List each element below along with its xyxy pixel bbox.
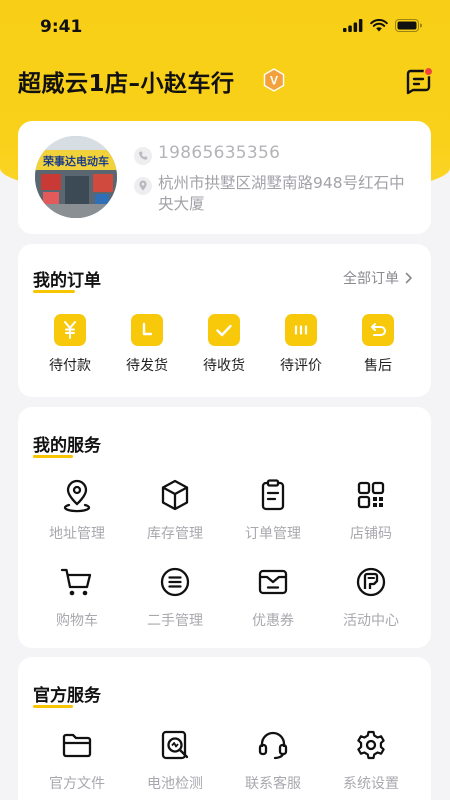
official-contact-support[interactable]: 联系客服 [223,727,323,793]
store-profile-card[interactable]: 荣事达电动车 19865635356 杭州市拱墅区湖墅南路948号红石中央大厦 [18,121,431,234]
box-icon [161,479,189,511]
check-icon [208,314,240,346]
qr-code-icon [357,481,385,509]
service-shopping-cart[interactable]: 购物车 [27,564,127,630]
service-address-management[interactable]: 地址管理 [27,477,127,543]
official-section-title: 官方服务 [33,686,101,708]
settings-gear-icon [357,730,385,760]
location-pin-icon [134,177,152,195]
folder-icon [62,733,92,758]
official-documents[interactable]: 官方文件 [27,727,127,793]
storefront-sign-text: 荣事达电动车 [42,154,109,168]
battery-icon [395,19,422,32]
services-section-title: 我的服务 [33,436,101,458]
battery-check-icon [161,730,189,760]
order-status-label: 待发货 [126,358,168,374]
order-status-label: 待收货 [203,358,245,374]
service-label: 电池检测 [147,776,203,792]
official-system-settings[interactable]: 系统设置 [321,727,421,793]
my-services-card: 我的服务 地址管理 库存管理 订单管理 店铺码 购物车 二手管理 优惠券 活动中… [18,407,431,648]
order-status-pending-receipt[interactable]: 待收货 [189,314,259,375]
unread-dot [423,66,434,77]
service-order-management[interactable]: 订单管理 [223,477,323,543]
my-orders-card: 我的订单 全部订单 待付款 待发货 待收货 待评价 售后 [18,244,431,397]
service-label: 优惠券 [252,613,294,629]
all-orders-link[interactable]: 全部订单 [343,268,413,288]
service-label: 系统设置 [343,776,399,792]
ship-icon [131,314,163,346]
official-battery-check[interactable]: 电池检测 [125,727,225,793]
service-label: 库存管理 [147,526,203,542]
all-orders-label: 全部订单 [343,271,399,287]
store-name: 超威云1店–小赵车行 [18,71,235,97]
message-icon[interactable] [404,66,434,96]
vip-badge-icon: V [263,68,285,92]
service-second-hand-management[interactable]: 二手管理 [125,564,225,630]
service-store-code[interactable]: 店铺码 [321,477,421,543]
headset-icon [258,731,288,760]
store-address: 杭州市拱墅区湖墅南路948号红石中央大厦 [158,174,405,213]
service-inventory-management[interactable]: 库存管理 [125,477,225,543]
order-status-label: 待付款 [49,358,91,374]
activity-icon [356,567,386,597]
comment-icon [285,314,317,346]
chevron-right-icon [405,272,412,284]
order-status-label: 售后 [364,358,392,374]
service-activity-center[interactable]: 活动中心 [321,564,421,630]
phone-icon [134,147,152,165]
address-row: 杭州市拱墅区湖墅南路948号红石中央大厦 [132,173,414,215]
store-avatar: 荣事达电动车 [35,136,117,218]
status-bar: 9:41 [0,0,450,54]
service-label: 活动中心 [343,613,399,629]
service-label: 官方文件 [49,776,105,792]
order-status-after-sales[interactable]: 售后 [343,314,413,375]
signal-icon [343,19,363,32]
cart-icon [60,568,92,596]
store-phone[interactable]: 19865635356 [158,143,280,163]
orders-section-title: 我的订单 [33,271,101,293]
phone-row: 19865635356 [132,143,280,167]
status-time: 9:41 [40,17,83,37]
return-icon [362,314,394,346]
clipboard-icon [261,479,285,511]
official-services-card: 官方服务 官方文件 电池检测 联系客服 系统设置 [18,657,431,800]
order-status-label: 待评价 [280,358,322,374]
vip-badge-text: V [270,74,278,88]
location-icon [63,479,91,513]
yen-icon [54,314,86,346]
wifi-icon [370,19,388,32]
service-label: 二手管理 [147,613,203,629]
order-status-pending-shipment[interactable]: 待发货 [112,314,182,375]
service-label: 店铺码 [350,526,392,542]
service-label: 购物车 [56,613,98,629]
order-status-pending-payment[interactable]: 待付款 [35,314,105,375]
list-circle-icon [160,567,190,597]
service-label: 地址管理 [49,526,105,542]
service-label: 联系客服 [245,776,301,792]
coupon-icon [258,569,288,595]
top-nav: 超威云1店–小赵车行 V [0,60,450,104]
order-status-pending-review[interactable]: 待评价 [266,314,336,375]
service-label: 订单管理 [245,526,301,542]
status-icons [343,19,422,32]
service-coupons[interactable]: 优惠券 [223,564,323,630]
